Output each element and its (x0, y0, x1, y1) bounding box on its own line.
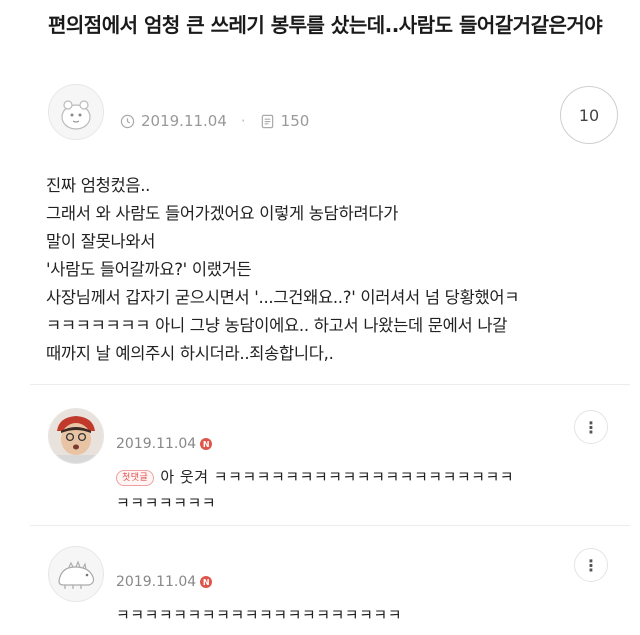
comment-line: 첫댓글 아 웃겨 ㅋㅋㅋㅋㅋㅋㅋㅋㅋㅋㅋㅋㅋㅋㅋㅋㅋㅋㅋㅋㅋ (116, 464, 606, 490)
first-comment-tag: 첫댓글 (116, 469, 155, 486)
body-line: 말이 잘못나와서 (46, 232, 156, 251)
dinosaur-icon (49, 547, 103, 601)
comment-date-row: 2019.11.04 N (116, 574, 213, 590)
comment-line: ㅋㅋㅋㅋㅋㅋㅋ (116, 494, 217, 512)
comment-line-text: 아 웃겨 ㅋㅋㅋㅋㅋㅋㅋㅋㅋㅋㅋㅋㅋㅋㅋㅋㅋㅋㅋㅋㅋ (160, 468, 515, 486)
body-line: '사람도 들어갈까요?' 이랬거든 (46, 260, 252, 279)
post-title: 편의점에서 엄청 큰 쓰레기 봉투를 샀는데..사람도 들어갈거같은거야 (48, 13, 603, 37)
author-avatar[interactable] (48, 84, 104, 140)
post-meta: 2019.11.04 · 150 10 (48, 84, 618, 144)
post-date: 2019.11.04 (141, 112, 227, 130)
body-line: 사장님께서 갑자기 굳으시면서 '...그건왜요..?' 이러셔서 넘 당황했어… (46, 288, 520, 307)
meta-separator: · (240, 112, 246, 130)
body-line: ㅋㅋㅋㅋㅋㅋㅋ 아니 그냥 농담이에요.. 하고서 나왔는데 문에서 나갈 (46, 316, 508, 335)
commenter-avatar[interactable] (48, 408, 104, 464)
comment-item: 2019.11.04 N ⋮ ㅋㅋㅋㅋㅋㅋㅋㅋㅋㅋㅋㅋㅋㅋㅋㅋㅋㅋㅋㅋ (30, 528, 630, 635)
comment-date-row: 2019.11.04 N (116, 436, 213, 452)
comment-count: 10 (578, 105, 600, 125)
body-line: 때까지 날 예의주시 하시더라..죄송합니다,. (46, 344, 334, 363)
body-line: 진짜 엄청컸음.. (46, 176, 151, 195)
comment-date: 2019.11.04 (116, 574, 197, 590)
comment-item: 2019.11.04 N ⋮ 첫댓글 아 웃겨 ㅋㅋㅋㅋㅋㅋㅋㅋㅋㅋㅋㅋㅋㅋㅋㅋㅋ… (30, 390, 630, 520)
post-body: 진짜 엄청컸음.. 그래서 와 사람도 들어가겠어요 이렇게 농담하려다가 말이… (46, 172, 616, 368)
comment-date: 2019.11.04 (116, 436, 197, 452)
user-photo-icon (49, 409, 103, 463)
comment-count-button[interactable]: 10 (560, 86, 618, 144)
comment-text: 첫댓글 아 웃겨 ㅋㅋㅋㅋㅋㅋㅋㅋㅋㅋㅋㅋㅋㅋㅋㅋㅋㅋㅋㅋㅋ ㅋㅋㅋㅋㅋㅋㅋ (116, 464, 606, 516)
more-vertical-icon[interactable]: ⋮ (574, 548, 608, 582)
divider (30, 525, 630, 526)
more-vertical-icon[interactable]: ⋮ (574, 410, 608, 444)
comment-line: ㅋㅋㅋㅋㅋㅋㅋㅋㅋㅋㅋㅋㅋㅋㅋㅋㅋㅋㅋㅋ (116, 606, 403, 624)
clock-icon (120, 114, 135, 128)
new-badge: N (200, 576, 213, 588)
view-count: 150 (280, 112, 310, 130)
comment-text: ㅋㅋㅋㅋㅋㅋㅋㅋㅋㅋㅋㅋㅋㅋㅋㅋㅋㅋㅋㅋ (116, 602, 606, 628)
divider (30, 384, 630, 385)
mascot-icon (49, 85, 103, 139)
body-line: 그래서 와 사람도 들어가겠어요 이렇게 농담하려다가 (46, 204, 399, 223)
new-badge: N (200, 438, 213, 450)
post-meta-info: 2019.11.04 · 150 (120, 112, 309, 130)
commenter-avatar[interactable] (48, 546, 104, 602)
document-icon (261, 114, 273, 128)
